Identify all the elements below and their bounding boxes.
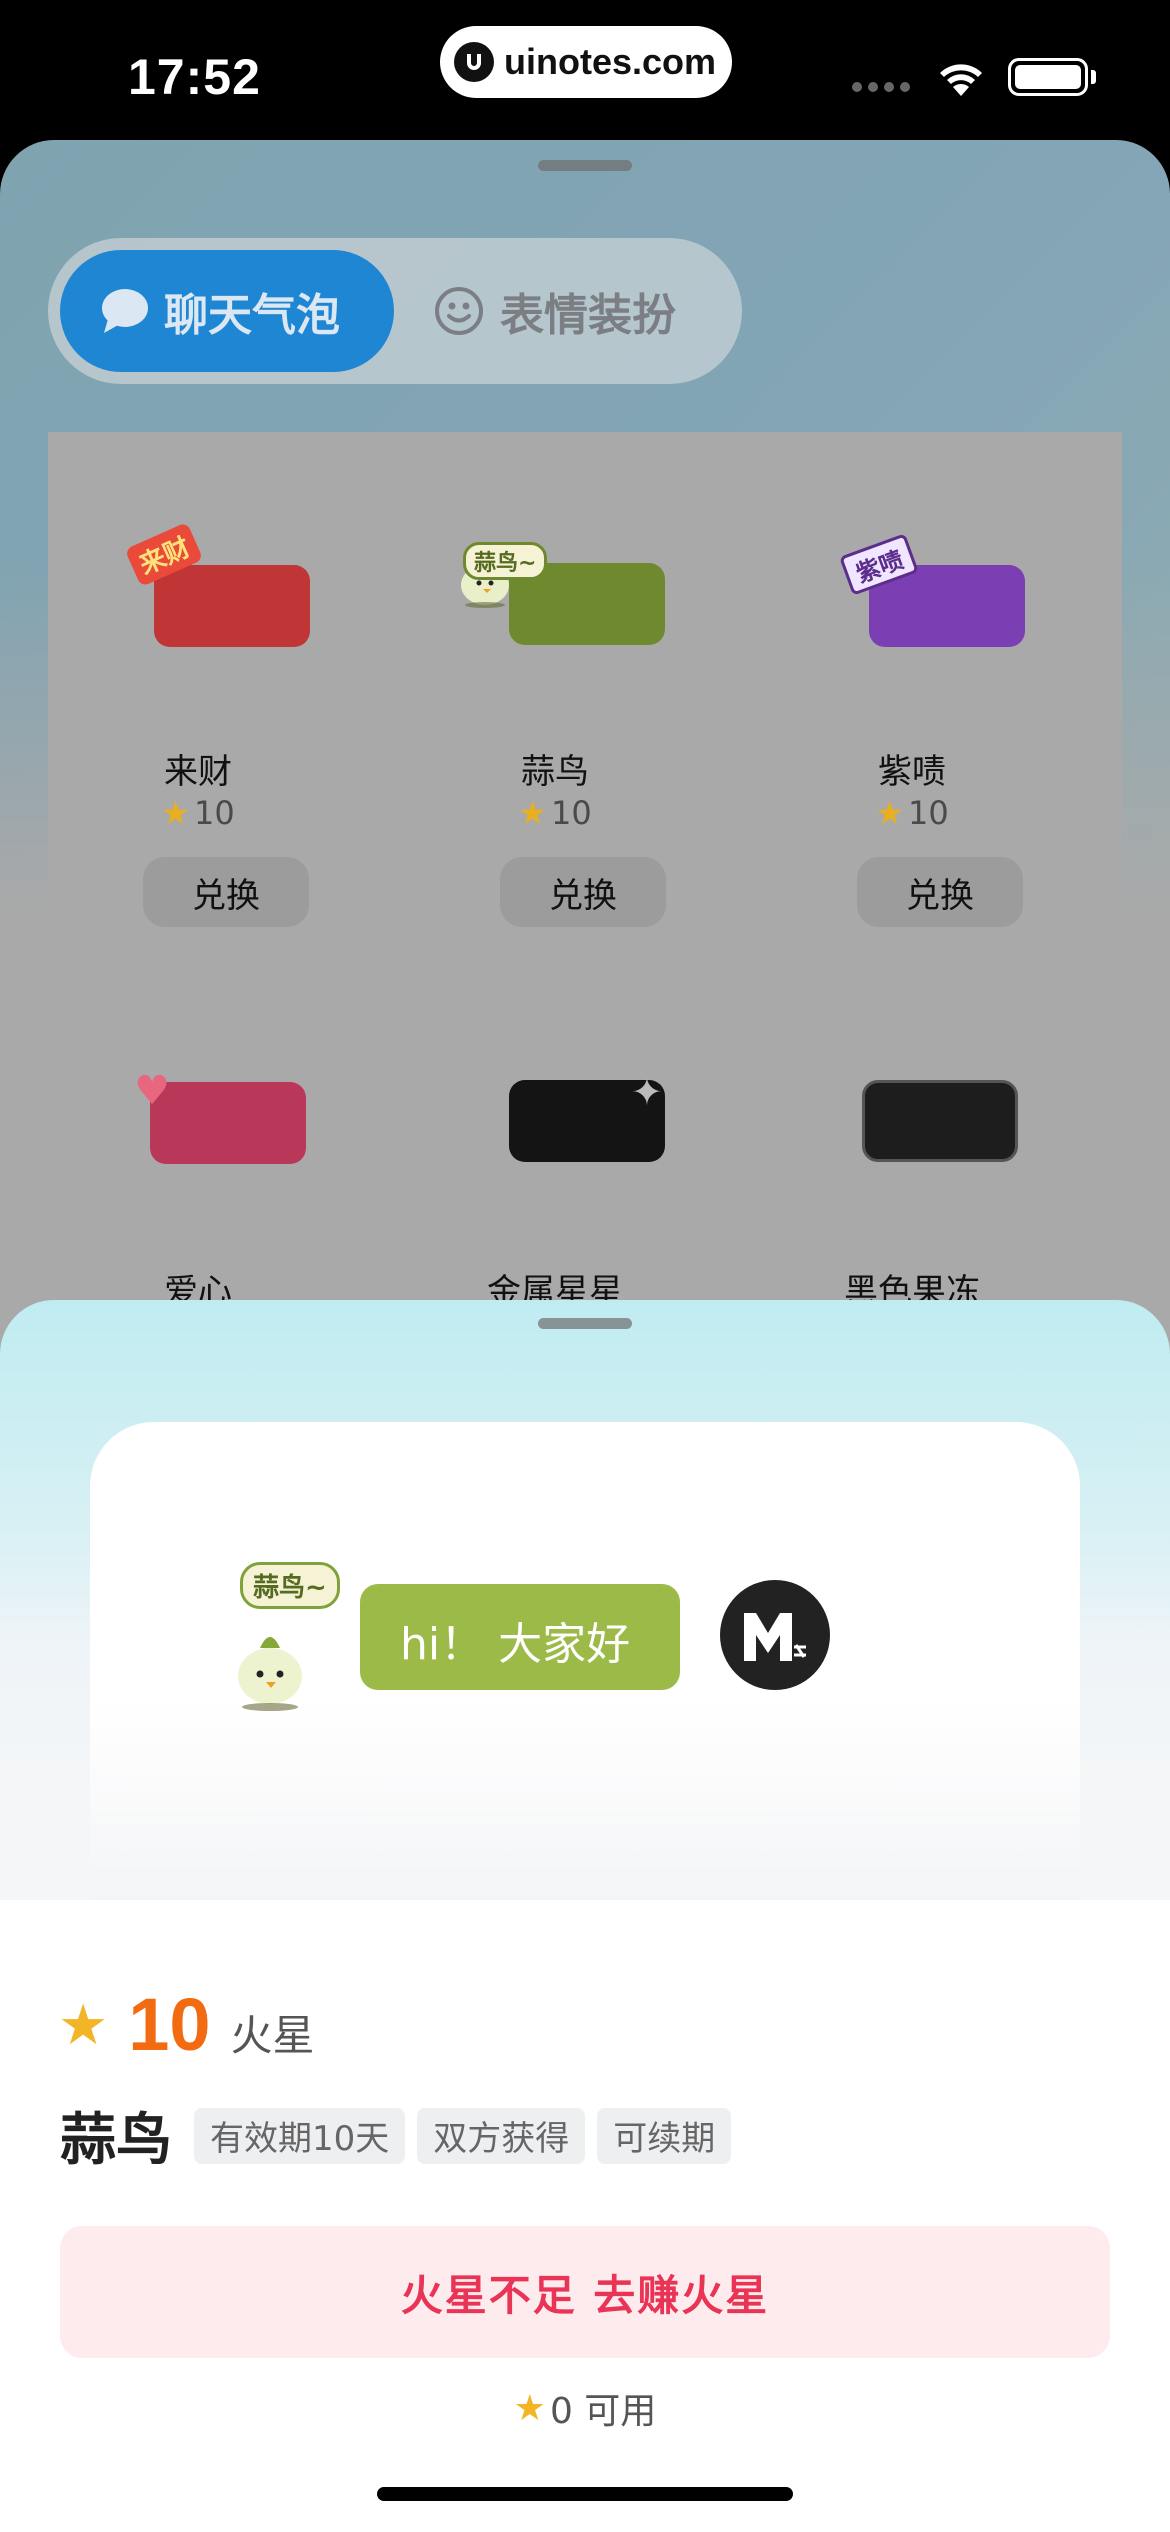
price-value: 10 xyxy=(128,1983,211,2066)
item-title: 蒜鸟 xyxy=(60,2108,172,2173)
tab-sticker-dressup-label: 表情装扮 xyxy=(500,290,676,341)
earn-mars-button[interactable]: 火星不足 去赚火星 xyxy=(60,2226,1110,2358)
tag-both-get: 双方获得 xyxy=(417,2107,586,2164)
wifi-icon xyxy=(940,64,982,96)
url-pill[interactable]: uinotes.com xyxy=(440,26,732,98)
site-logo-icon xyxy=(454,42,494,82)
tag-validity: 有效期10天 xyxy=(194,2107,406,2164)
bubble-grid: 来财 来财 ★ 10 兑换 蒜鸟~ 蒜鸟 ★ 10 兑换 紫啧 紫啧 ★ 10 … xyxy=(48,432,1122,1440)
bubble-preview xyxy=(150,1082,306,1164)
bubble-preview xyxy=(154,565,310,647)
star-icon: ★ xyxy=(518,794,547,832)
star-icon: ★ xyxy=(875,794,904,832)
item-name: 紫啧 xyxy=(878,752,946,792)
item-name: 来财 xyxy=(164,752,232,792)
status-bar: 17:52 uinotes.com xyxy=(0,0,1170,145)
battery-icon xyxy=(1008,58,1088,96)
preview-message: hi！ 大家好 xyxy=(400,1619,631,1670)
bubble-preview xyxy=(862,1080,1018,1162)
item-price: ★ 10 xyxy=(405,794,705,832)
category-segmented-control: 聊天气泡 表情装扮 xyxy=(48,238,742,384)
redeem-button[interactable]: 兑换 xyxy=(500,857,666,927)
title-row: 蒜鸟 有效期10天 双方获得 可续期 xyxy=(60,2095,743,2176)
redeem-button[interactable]: 兑换 xyxy=(143,857,309,927)
bubble-detail-sheet: hi！ 大家好 蒜鸟~ ★ 10 火星 蒜鸟 有效期10天 双方获得 可续期 火… xyxy=(0,1300,1170,2532)
star-icon: ★ xyxy=(513,2387,546,2429)
price-row: ★ 10 火星 xyxy=(58,1982,315,2067)
available-balance: ★ 0 可用 xyxy=(0,2382,1170,2434)
available-text: 0 可用 xyxy=(549,2391,657,2432)
item-price: ★ 10 xyxy=(48,794,348,832)
item-price-value: 10 xyxy=(907,794,949,832)
smiley-icon xyxy=(435,287,483,335)
bubble-preview-card: hi！ 大家好 蒜鸟~ xyxy=(90,1422,1080,1922)
item-price-value: 10 xyxy=(550,794,592,832)
item-price: ★ 10 xyxy=(762,794,1062,832)
sheet-grabber[interactable] xyxy=(538,1318,632,1329)
user-avatar xyxy=(720,1580,830,1690)
battery-tip xyxy=(1091,70,1096,84)
sheet-grabber[interactable] xyxy=(538,160,632,171)
bubble-badge: 蒜鸟~ xyxy=(463,542,548,580)
status-time: 17:52 xyxy=(128,49,261,105)
sparkle-star-icon: ✦ xyxy=(631,1070,663,1114)
preview-badge: 蒜鸟~ xyxy=(240,1562,340,1609)
avatar-logo-icon xyxy=(744,1613,806,1661)
url-text: uinotes.com xyxy=(504,41,717,82)
price-currency: 火星 xyxy=(230,2011,315,2060)
redeem-button[interactable]: 兑换 xyxy=(857,857,1023,927)
tab-chat-bubble-label: 聊天气泡 xyxy=(164,290,340,341)
chat-bubble-icon xyxy=(102,289,148,333)
star-icon: ★ xyxy=(161,794,190,832)
star-icon: ★ xyxy=(58,1993,109,2058)
heart-icon: ♥ xyxy=(134,1068,170,1114)
bird-mascot-icon xyxy=(230,1622,310,1716)
preview-chat-bubble: hi！ 大家好 xyxy=(360,1584,680,1690)
cellular-signal-icon xyxy=(852,82,910,92)
bubble-shop-sheet: 聊天气泡 表情装扮 来财 来财 ★ 10 兑换 蒜鸟~ 蒜鸟 ★ 10 兑换 紫… xyxy=(0,140,1170,1440)
item-price-value: 10 xyxy=(193,794,235,832)
home-indicator[interactable] xyxy=(377,2487,793,2501)
tab-sticker-dressup[interactable]: 表情装扮 xyxy=(434,250,676,372)
item-name: 蒜鸟 xyxy=(521,752,589,792)
tag-renewable: 可续期 xyxy=(597,2107,732,2164)
tab-chat-bubble[interactable]: 聊天气泡 xyxy=(60,250,394,372)
detail-panel: ★ 10 火星 蒜鸟 有效期10天 双方获得 可续期 火星不足 去赚火星 ★ 0… xyxy=(0,1900,1170,2532)
